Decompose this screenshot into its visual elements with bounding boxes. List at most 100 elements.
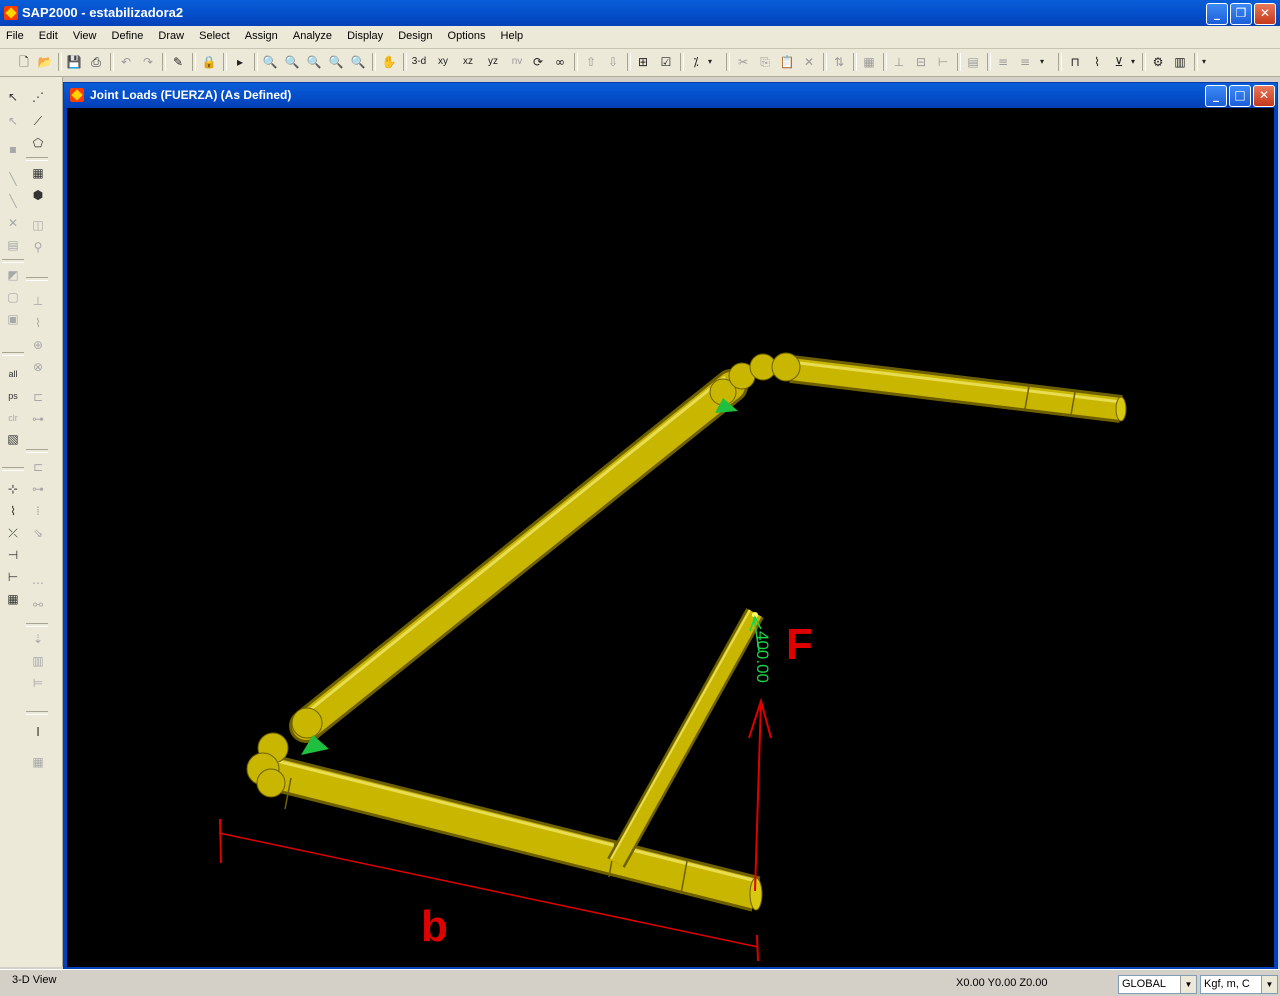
child-maximize-button[interactable]: □ — [1229, 85, 1251, 107]
assign-mass-icon[interactable]: ⊕ — [28, 335, 48, 355]
chevron-down-icon[interactable]: ▾ — [1036, 52, 1048, 72]
zoom-out-icon[interactable]: 🔍 — [326, 52, 346, 72]
draw-tendon-icon[interactable]: ◫ — [28, 215, 48, 235]
menu-select[interactable]: Select — [193, 26, 236, 42]
coordinate-system-select[interactable]: GLOBAL ▼ — [1118, 975, 1197, 994]
paste-icon[interactable]: 📋 — [777, 52, 797, 72]
chevron-down-icon[interactable]: ▼ — [1180, 976, 1196, 993]
load-case-icon[interactable]: ≡ — [1015, 52, 1035, 72]
design-table-icon[interactable]: ▥ — [1170, 52, 1190, 72]
frame-member-arm[interactable] — [607, 608, 764, 868]
minimize-button[interactable]: _ — [1206, 3, 1228, 25]
draw-braces-icon[interactable]: ✕ — [3, 213, 23, 233]
zoom-in-icon[interactable]: 🔍 — [304, 52, 324, 72]
draw-solid-icon[interactable]: ⬢ — [28, 185, 48, 205]
view-yz-button[interactable]: yz — [481, 52, 505, 72]
moment-diagram-icon[interactable]: ⊻ — [1109, 52, 1129, 72]
section-cut-icon[interactable]: I — [28, 722, 48, 742]
select-all-button[interactable]: all — [3, 364, 23, 384]
draw-grid-icon[interactable]: ▦ — [28, 163, 48, 183]
snap-intersection-icon[interactable]: ⤫ — [3, 523, 23, 543]
delete-icon[interactable]: ✕ — [799, 52, 819, 72]
grid-icon[interactable]: ▦ — [859, 52, 879, 72]
joint-constraint-icon[interactable]: ⊟ — [911, 52, 931, 72]
zoom-previous-icon[interactable]: 🔍 — [282, 52, 302, 72]
close-button[interactable]: ✕ — [1254, 3, 1276, 25]
section-icon[interactable]: ▤ — [963, 52, 983, 72]
pencil-icon[interactable]: ✎ — [168, 52, 188, 72]
assign-release-icon[interactable]: ⊶ — [28, 409, 48, 429]
open-folder-icon[interactable]: 📂 — [35, 52, 55, 72]
rotate-3d-icon[interactable]: ⟳ — [528, 52, 548, 72]
replicate-icon[interactable]: ⇅ — [829, 52, 849, 72]
model-canvas[interactable]: 400.00 F b — [67, 108, 1274, 967]
forces-diagram-icon[interactable]: ⌇ — [1087, 52, 1107, 72]
assign-joint-load-icon[interactable]: ⇣ — [28, 629, 48, 649]
frame-release-icon[interactable]: ⊢ — [933, 52, 953, 72]
assign-point-load-icon[interactable]: ⋯ — [28, 573, 48, 593]
pointer-icon[interactable]: ↖ — [3, 87, 23, 107]
move-up-icon[interactable]: ⇧ — [581, 52, 601, 72]
undo-icon[interactable]: ↶ — [116, 52, 136, 72]
assign-area-load-icon[interactable]: ▥ — [28, 651, 48, 671]
assign-frame-section-icon[interactable]: ⊏ — [28, 387, 48, 407]
run-analysis-icon[interactable]: ▸ — [230, 52, 250, 72]
menu-define[interactable]: Define — [106, 26, 150, 42]
units-select[interactable]: Kgf, m, C ▼ — [1200, 975, 1278, 994]
assign-area-section-icon[interactable]: ⊏ — [28, 457, 48, 477]
view-nv-button[interactable]: nv — [505, 52, 529, 72]
set-display-icon[interactable]: ⊞ — [633, 52, 653, 72]
draw-joint-icon[interactable]: ▪ — [3, 139, 23, 159]
snap-icon[interactable]: ⁒ — [686, 52, 706, 72]
draw-frame-icon[interactable]: ╲ — [3, 169, 23, 189]
assign-thickness-icon[interactable]: ⁞ — [28, 501, 48, 521]
deformed-shape-icon[interactable]: ⊓ — [1065, 52, 1085, 72]
frame-member-top[interactable] — [789, 355, 1127, 423]
menu-analyze[interactable]: Analyze — [287, 26, 338, 42]
assign-restraint-icon[interactable]: ⊥ — [28, 291, 48, 311]
chevron-down-icon[interactable]: ▾ — [1198, 52, 1210, 72]
menu-help[interactable]: Help — [495, 26, 530, 42]
child-minimize-button[interactable]: _ — [1205, 85, 1227, 107]
menu-view[interactable]: View — [67, 26, 103, 42]
draw-special-joint-icon[interactable]: ⋰ — [28, 87, 48, 107]
menu-edit[interactable]: Edit — [33, 26, 64, 42]
snap-fine-grid-icon[interactable]: ▦ — [3, 589, 23, 609]
previous-selection-button[interactable]: ps — [3, 386, 23, 406]
intersecting-line-icon[interactable]: ▧ — [3, 429, 23, 449]
menu-draw[interactable]: Draw — [152, 26, 190, 42]
lock-icon[interactable]: 🔒 — [199, 52, 219, 72]
frame-member-diagonal[interactable] — [289, 369, 748, 743]
restore-button[interactable]: ❐ — [1230, 3, 1252, 25]
view-xz-button[interactable]: xz — [456, 52, 480, 72]
zoom-window-icon[interactable]: 🔍 — [260, 52, 280, 72]
elbow-top[interactable] — [709, 352, 801, 406]
clear-selection-button[interactable]: clr — [3, 408, 23, 428]
assign-distributed-load-icon[interactable]: ⚯ — [28, 595, 48, 615]
move-down-icon[interactable]: ⇩ — [603, 52, 623, 72]
perspective-icon[interactable]: ∞ — [550, 52, 570, 72]
menu-assign[interactable]: Assign — [239, 26, 284, 42]
menu-file[interactable]: File — [0, 26, 30, 42]
assign-spring-icon[interactable]: ⌇ — [28, 313, 48, 333]
snap-lines-icon[interactable]: ⊢ — [3, 567, 23, 587]
assign-temperature-icon[interactable]: ⊨ — [28, 673, 48, 693]
assign-gravity-icon[interactable]: ⇘ — [28, 523, 48, 543]
view-3d-button[interactable]: 3-d — [407, 52, 431, 72]
save-icon[interactable]: 💾 — [64, 52, 84, 72]
pan-icon[interactable]: ✋ — [379, 52, 399, 72]
load-pattern-icon[interactable]: ≡ — [993, 52, 1013, 72]
chevron-down-icon[interactable]: ▾ — [1127, 52, 1139, 72]
child-close-button[interactable]: ✕ — [1253, 85, 1275, 107]
design-check-icon[interactable]: ⚙ — [1148, 52, 1168, 72]
view-xy-button[interactable]: xy — [431, 52, 455, 72]
draw-rect-area-icon[interactable]: ▢ — [3, 287, 23, 307]
cut-icon[interactable]: ✂ — [733, 52, 753, 72]
draw-poly-area-icon[interactable]: ⬠ — [28, 133, 48, 153]
assign-area-release-icon[interactable]: ⊶ — [28, 479, 48, 499]
frame-member-bottom[interactable] — [261, 753, 763, 912]
menu-display[interactable]: Display — [341, 26, 389, 42]
draw-link-icon[interactable]: ⚲ — [28, 237, 48, 257]
quick-draw-frame-icon[interactable]: ╲ — [3, 191, 23, 211]
draw-cable-icon[interactable]: ⟋ — [28, 111, 48, 131]
